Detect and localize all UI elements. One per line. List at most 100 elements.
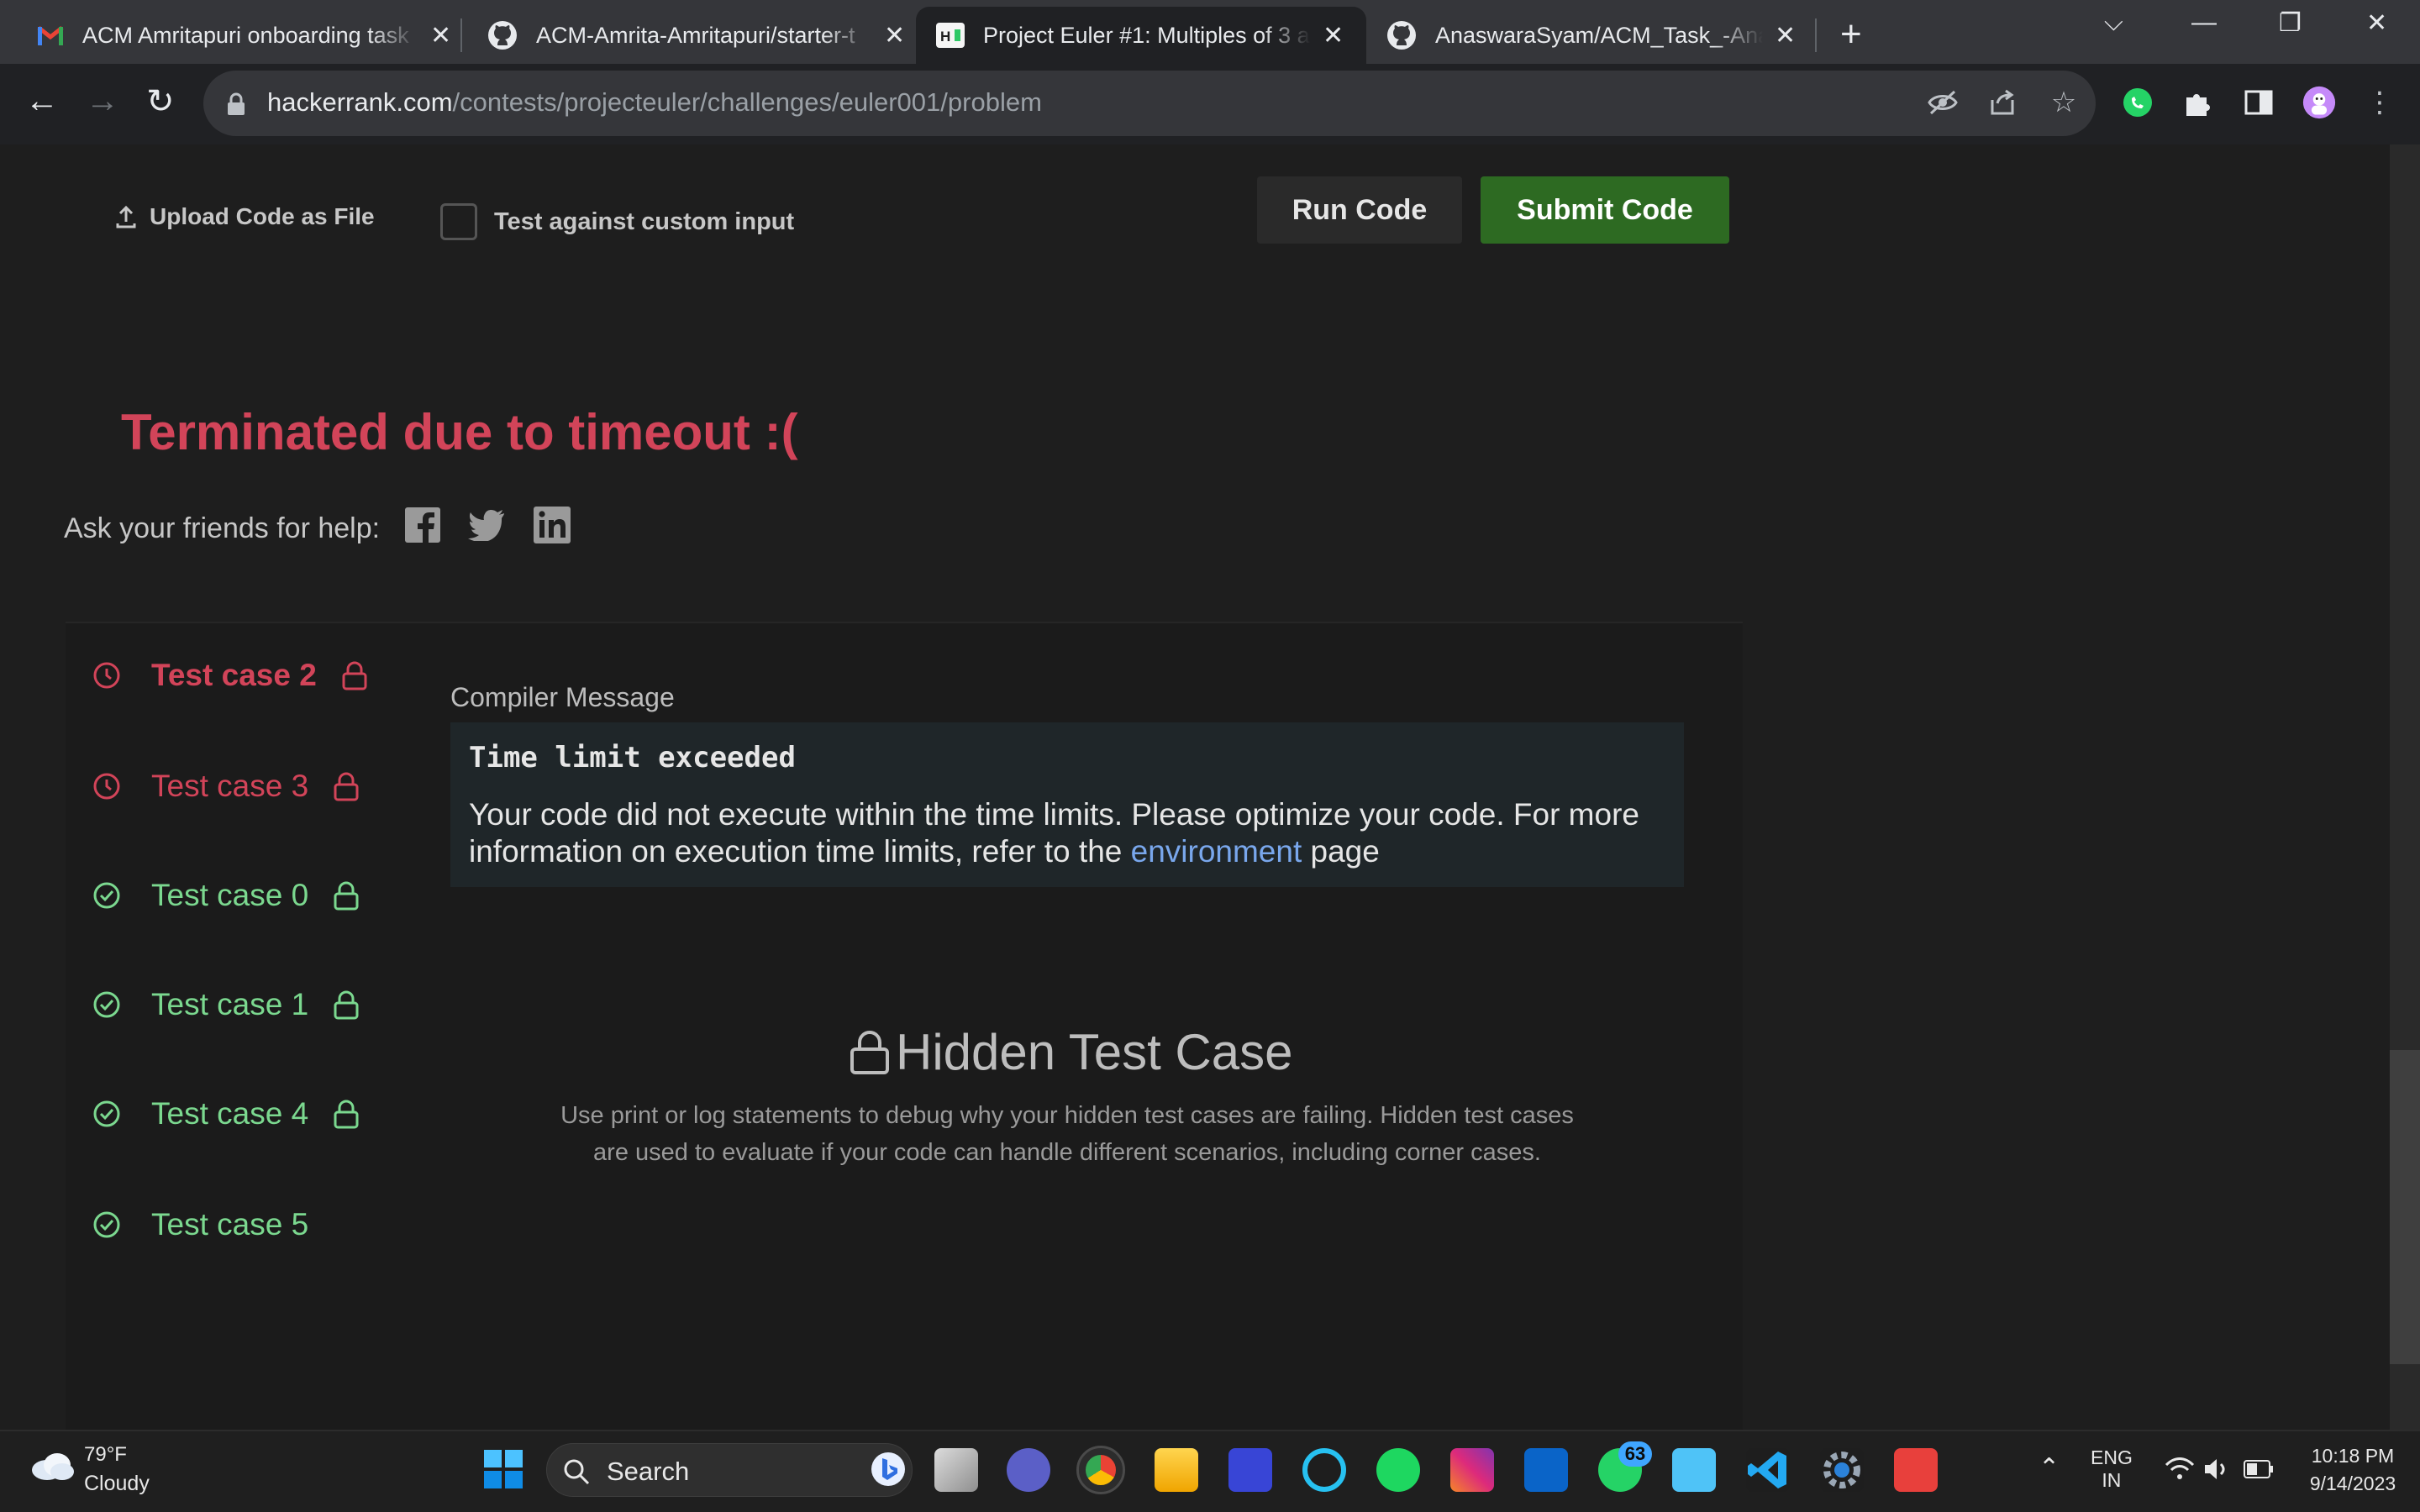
language-indicator[interactable]: ENG IN [2091,1446,2133,1492]
twitter-share-icon[interactable] [467,506,506,544]
scrollbar-thumb[interactable] [2390,1050,2420,1364]
lock-icon [334,1100,359,1129]
lock-icon [334,990,359,1020]
tab-close-icon[interactable]: ✕ [430,21,451,50]
whatsapp-extension-icon[interactable] [2121,86,2154,119]
test-case-label: Test case 5 [151,1207,309,1242]
hidden-test-case-title-text: Hidden Test Case [896,1024,1293,1080]
bing-icon[interactable] [871,1452,906,1487]
restore-icon[interactable]: ❐ [2279,8,2302,38]
url-text[interactable]: hackerrank.com/contests/projecteuler/cha… [267,87,1042,118]
bookmark-star-icon[interactable]: ☆ [2047,86,2081,119]
custom-input-label[interactable]: Test against custom input [494,208,794,236]
tab-close-icon[interactable]: ✕ [1775,21,1796,50]
result-status-title: Terminated due to timeout :( [121,404,798,460]
test-case-label: Test case 0 [151,878,309,912]
vscode-icon[interactable] [1746,1448,1790,1492]
hidden-test-case-description: Use print or log statements to debug why… [560,1102,1574,1166]
test-case-item[interactable]: Test case 0 [92,870,360,921]
browser-tab-bar: ACM Amritapuri onboarding task ✕ ACM-Amr… [0,0,2420,64]
search-icon [564,1459,590,1485]
upload-icon [116,205,136,228]
wifi-icon[interactable] [2165,1457,2195,1482]
test-case-label: Test case 3 [151,769,309,803]
lock-icon [334,772,359,801]
tab-title: ACM Amritapuri onboarding task [82,22,409,48]
spotify-icon[interactable] [1376,1448,1420,1492]
tab-close-icon[interactable]: ✕ [884,21,905,50]
tab-title: Project Euler #1: Multiples of 3 an [983,22,1311,48]
show-hidden-icons-chevron-icon[interactable]: ⌃ [2039,1453,2060,1483]
test-case-item[interactable]: Test case 4 [92,1089,360,1139]
run-code-button[interactable]: Run Code [1257,176,1462,244]
back-arrow-icon[interactable]: ← [25,82,59,120]
outlook-icon[interactable] [1524,1448,1568,1492]
hidden-test-case-title: Hidden Test Case [849,1023,1293,1081]
eye-off-icon[interactable] [1926,86,1960,119]
battery-icon[interactable] [2244,1460,2274,1478]
extensions-puzzle-icon[interactable] [2181,86,2215,119]
check-circle-icon [93,991,120,1018]
instagram-icon[interactable] [1450,1448,1494,1492]
task-view-icon[interactable] [934,1448,978,1492]
lock-icon [334,881,359,911]
lock-icon [228,92,245,115]
clock-date: 9/14/2023 [2309,1473,2396,1494]
reload-icon[interactable]: ↻ [146,82,175,121]
ask-friends-label: Ask your friends for help: [64,512,381,544]
new-tab-icon[interactable]: + [1840,13,1862,55]
compiler-message-body: Your code did not execute within the tim… [469,797,1639,869]
weather-temperature[interactable]: 79°F [84,1443,127,1467]
more-options-icon[interactable]: ⋮ [2363,86,2396,119]
compiler-message-heading: Time limit exceeded [469,741,796,774]
lock-icon [850,1030,889,1074]
browser-tab-gmail[interactable]: ACM Amritapuri onboarding task ✕ [17,7,471,64]
windows-start-icon[interactable] [482,1448,524,1490]
custom-input-checkbox[interactable] [440,203,477,240]
upload-code-button[interactable]: Upload Code as File [116,203,375,230]
test-case-item[interactable]: Test case 1 [92,979,360,1030]
lock-icon [342,661,367,690]
facebook-share-icon[interactable] [403,506,442,544]
submit-code-button[interactable]: Submit Code [1481,176,1729,244]
taskbar-search-box[interactable] [546,1443,913,1497]
side-panel-icon[interactable] [2242,86,2275,119]
settings-gear-icon[interactable] [1820,1448,1864,1492]
close-window-icon[interactable]: ✕ [2366,8,2387,38]
taskbar-clock[interactable]: 10:18 PM 9/14/2023 [2302,1445,2403,1495]
minimize-icon[interactable]: — [2191,8,2217,37]
tab-close-icon[interactable]: ✕ [1323,21,1344,50]
notepad-icon[interactable] [1672,1448,1716,1492]
linkedin-share-icon[interactable] [533,506,571,544]
volume-icon[interactable] [2203,1457,2232,1482]
share-icon[interactable] [1986,86,2020,119]
test-case-item[interactable]: Test case 3 [92,761,360,811]
alexa-icon[interactable] [1302,1448,1346,1492]
cloud-icon[interactable] [29,1448,76,1482]
upload-code-label: Upload Code as File [150,203,375,229]
tab-search-chevron-icon[interactable]: ⌵ [2104,8,2123,37]
teams-chat-icon[interactable] [1007,1448,1050,1492]
taskbar-search-label[interactable]: Search [607,1457,689,1487]
browser-tab-github-anaswara[interactable]: AnaswaraSyam/ACM_Task_-Anasw ✕ [1366,7,1816,64]
clock-time: 10:18 PM [2311,1445,2395,1467]
chrome-icon[interactable] [1076,1446,1125,1494]
test-case-item[interactable]: Test case 2 [92,650,369,701]
app-icon[interactable] [1228,1448,1272,1492]
check-circle-icon [93,1211,120,1238]
environment-link[interactable]: environment [1131,834,1302,869]
tab-divider [1815,18,1817,52]
whatsapp-unread-badge: 63 [1618,1441,1652,1467]
test-case-label: Test case 1 [151,987,309,1021]
test-case-label: Test case 2 [151,658,317,692]
forward-arrow-icon[interactable]: → [86,82,119,120]
github-icon [1387,21,1416,50]
anydesk-icon[interactable] [1894,1448,1938,1492]
weather-description[interactable]: Cloudy [84,1472,150,1496]
browser-tab-project-euler[interactable]: H Project Euler #1: Multiples of 3 an ✕ [916,7,1366,64]
test-case-item[interactable]: Test case 5 [92,1200,308,1250]
browser-tab-github-starter[interactable]: ACM-Amrita-Amritapuri/starter-t ✕ [467,7,925,64]
profile-avatar[interactable] [2302,86,2336,119]
file-explorer-icon[interactable] [1155,1448,1198,1492]
github-icon [488,21,517,50]
